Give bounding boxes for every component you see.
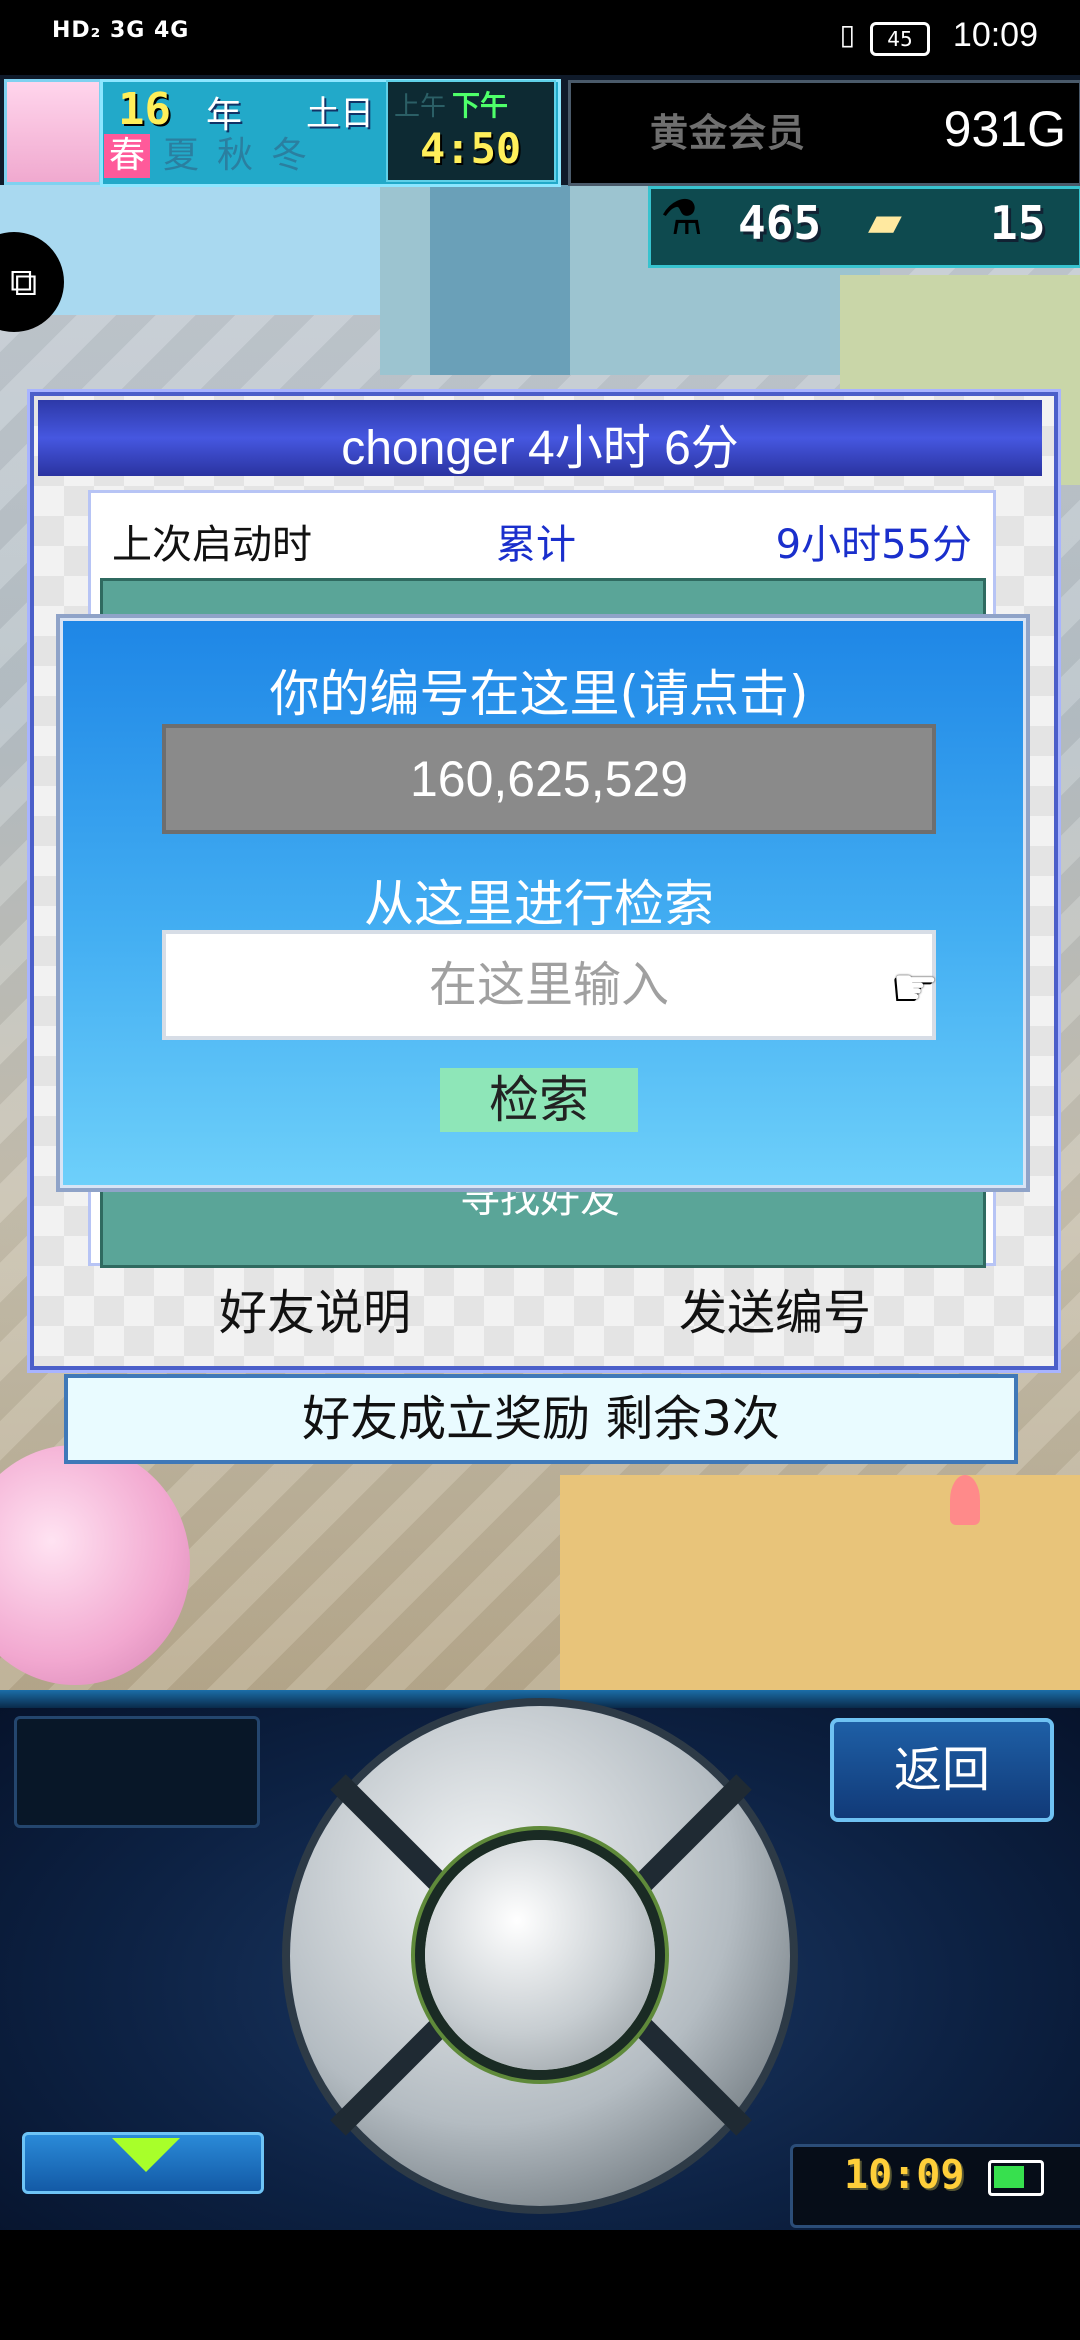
member-label: 黄金会员	[650, 111, 807, 155]
bottom-bar	[0, 2230, 1080, 2340]
season-summer: 夏	[162, 135, 199, 176]
vibrate-icon: ▯	[839, 18, 855, 51]
avatar[interactable]	[4, 79, 102, 185]
modal-title: 你的编号在这里(请点击)	[269, 665, 809, 723]
season-spring: 春	[104, 134, 150, 178]
total-label: 累计	[496, 522, 576, 568]
building-floor	[560, 1475, 1080, 1690]
year-value: 16	[118, 84, 171, 135]
battery-icon: 45	[870, 22, 930, 56]
send-id-button[interactable]: 发送编号	[610, 1280, 940, 1346]
year-label: 年	[206, 95, 243, 136]
down-arrow-icon	[112, 2138, 180, 2172]
search-button[interactable]: 检索	[440, 1068, 638, 1132]
network-indicator: HD₂ 3G 4G	[52, 18, 190, 43]
character-sprite[interactable]	[950, 1475, 980, 1525]
pointer-hand-icon: ☚	[892, 958, 939, 1018]
weekday-label: 土日	[306, 94, 374, 134]
battery-level	[994, 2166, 1024, 2188]
total-value: 9小时55分	[775, 522, 972, 568]
am-indicator: 上午	[394, 92, 447, 122]
game-clock: 4:50	[420, 124, 522, 173]
building-door	[430, 155, 570, 375]
back-button[interactable]: 返回	[830, 1718, 1054, 1822]
status-time: 10:09	[952, 16, 1038, 54]
cherry-tree	[0, 1445, 190, 1685]
empty-slot[interactable]	[14, 1716, 260, 1828]
last-launch-label: 上次启动时	[112, 522, 312, 568]
season-winter: 冬	[270, 135, 307, 176]
flask-icon: ⚗	[660, 190, 704, 246]
friend-reward-banner: 好友成立奖励 剩余3次	[64, 1374, 1018, 1464]
device-clock: 10:09	[844, 2152, 965, 2198]
gold-amount: 931G	[943, 101, 1066, 157]
status-bar: HD₂ 3G 4G ▯ 45 10:09	[0, 0, 1080, 75]
season-autumn: 秋	[216, 135, 253, 176]
search-label: 从这里进行检索	[364, 875, 714, 933]
puzzle-icon[interactable]: ⧉	[10, 260, 37, 305]
pm-indicator: 下午	[452, 89, 509, 122]
panel-title: chonger 4小时 6分	[341, 422, 739, 475]
research-points: 465	[738, 196, 822, 250]
my-id-box[interactable]: 160,625,529	[162, 724, 936, 834]
search-input[interactable]	[162, 930, 936, 1040]
ticket-icon: ▰	[868, 196, 902, 247]
dpad-center-button[interactable]	[425, 1840, 655, 2070]
ticket-count: 15	[990, 196, 1046, 250]
friend-help-button[interactable]: 好友说明	[150, 1280, 480, 1346]
